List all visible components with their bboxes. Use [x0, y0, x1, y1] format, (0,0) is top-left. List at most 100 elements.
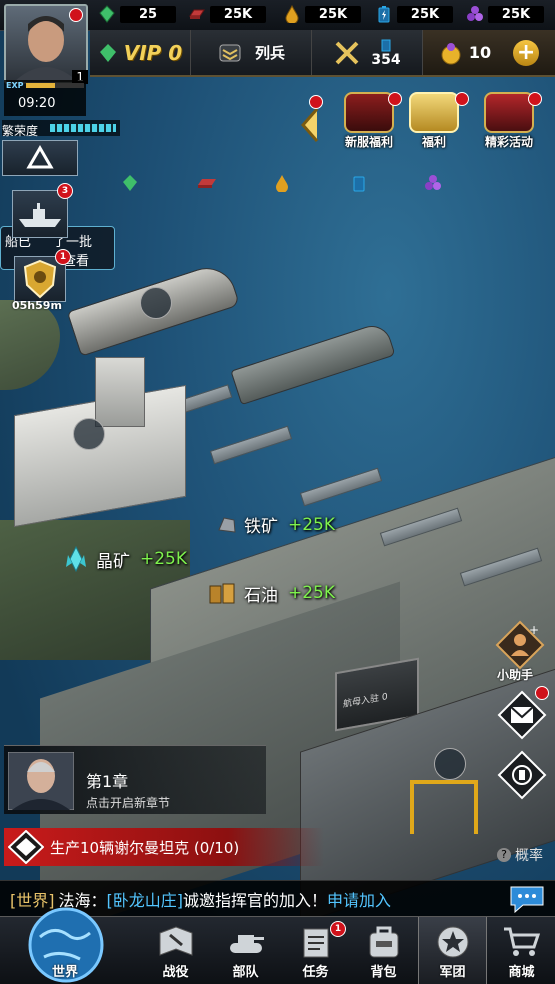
clock-time: 09:20 [18, 96, 56, 111]
intel-button[interactable] [497, 750, 547, 800]
gold-value: 10 [468, 43, 492, 62]
event-welfare[interactable]: 福利 [405, 92, 469, 150]
iron-ore-icon [218, 516, 236, 533]
shield-button[interactable]: 1 [14, 249, 71, 302]
battery-icon[interactable] [350, 174, 368, 192]
notification-dot [535, 686, 549, 700]
probability-label: 概率 [515, 848, 543, 864]
event-activities[interactable]: 精彩活动 [480, 92, 542, 150]
prosperity-bar: 繁荣度 [2, 120, 120, 138]
mail-button[interactable] [497, 686, 549, 740]
map-flag-icon [159, 926, 192, 956]
gems-icon[interactable] [424, 174, 442, 192]
oil-barrel-icon [209, 583, 235, 604]
chat-message: 诚邀指挥官的加入！ [183, 891, 328, 910]
nav-world[interactable]: 世界 [6, 907, 124, 984]
nav-campaign[interactable]: 战役 [142, 917, 209, 984]
oil-drop-icon[interactable] [273, 174, 291, 192]
collapse-button[interactable] [2, 140, 78, 176]
task-text: 生产10辆谢尔曼坦克 (0/10) [50, 839, 240, 857]
yield-amount: +25K [288, 514, 336, 535]
nav-legion[interactable]: 军团 [418, 917, 487, 984]
shopping-cart-icon [503, 927, 540, 956]
notification-dot [388, 92, 402, 106]
prosperity-label: 繁荣度 [2, 124, 39, 138]
question-icon: ? [497, 848, 511, 862]
chapter-panel[interactable]: 第1章 点击开启新章节 [4, 745, 266, 814]
player-avatar[interactable]: 1 [4, 4, 88, 84]
helper-label: 小助手 [497, 668, 534, 682]
nav-label: 部队 [232, 965, 259, 980]
probability-button[interactable]: ? 概率 [497, 845, 543, 865]
event-label: 福利 [421, 135, 446, 149]
nav-label: 世界 [51, 965, 78, 980]
task-diamond-icon [8, 830, 44, 864]
event-new-server[interactable]: 新服福利 [340, 92, 402, 150]
gems-icon [467, 6, 483, 21]
rank-button[interactable]: 列兵 [191, 30, 312, 75]
exp-label: EXP [6, 81, 24, 90]
shield-badge: 1 [55, 249, 71, 265]
activities-medal-icon [484, 92, 534, 133]
tasks-badge: 1 [330, 921, 346, 937]
resource-gems[interactable]: 25K [466, 3, 544, 25]
crystal-ore-icon [66, 545, 86, 573]
oil-drop-icon [285, 5, 299, 23]
resource-value: 25K [488, 5, 544, 23]
yield-crystal[interactable]: 晶矿 +25K [62, 545, 187, 573]
helper-button[interactable]: + 小助手 [495, 620, 545, 682]
tank-icon [229, 935, 264, 953]
header-bar: VIP 0 列兵 354 10 + [90, 30, 555, 77]
warship-icon [19, 203, 61, 227]
general-portrait [8, 752, 74, 810]
crystal-icon[interactable] [121, 174, 139, 192]
gold-coin-icon [441, 42, 461, 64]
nav-label: 商城 [508, 965, 535, 980]
chapter-subtitle: 点击开启新章节 [86, 796, 171, 810]
nav-tasks[interactable]: 任务 1 [282, 917, 349, 984]
nav-backpack[interactable]: 背包 [350, 917, 417, 984]
resource-battery[interactable]: 25K [375, 3, 453, 25]
resource-oil[interactable]: 25K [283, 3, 361, 25]
resource-crystal[interactable]: 25 [98, 3, 176, 25]
collapse-events-button[interactable] [297, 95, 325, 145]
add-gold-icon[interactable]: + [513, 39, 540, 66]
welfare-gift-icon [409, 92, 459, 133]
chevron-left-icon [301, 108, 319, 142]
notification-dot [455, 92, 469, 106]
notification-dot [528, 92, 542, 106]
new-server-gift-icon [344, 92, 394, 133]
chat-bubble-icon[interactable] [509, 885, 545, 913]
resource-value: 25K [305, 5, 361, 23]
backpack-icon [369, 926, 398, 958]
yield-oil[interactable]: 石油 +25K [208, 580, 335, 606]
notification-dot [309, 95, 323, 109]
chat-guild[interactable]: [卧龙山庄] [107, 887, 184, 911]
triangle-up-icon [26, 145, 54, 169]
battery-icon [381, 39, 391, 51]
lock-icon [73, 418, 105, 450]
yield-amount: +25K [288, 583, 336, 603]
rank-label: 列兵 [254, 44, 285, 62]
power-button[interactable]: 354 [312, 30, 423, 75]
task-banner[interactable]: 生产10辆谢尔曼坦克 (0/10) [4, 828, 324, 866]
player-stats: EXP 09:20 [4, 80, 86, 116]
nav-shop[interactable]: 商城 [488, 917, 555, 984]
nav-label: 任务 [302, 965, 329, 980]
vip-button[interactable]: VIP 0 [90, 30, 191, 75]
resource-value: 25K [397, 5, 453, 23]
nav-troops[interactable]: 部队 [212, 917, 279, 984]
crane [410, 780, 478, 834]
bottom-nav: 世界 战役 部队 任务 1 背包 军团 商城 [0, 907, 555, 984]
fleet-button[interactable]: 3 [12, 183, 73, 238]
intel-icon [497, 750, 547, 800]
iron-ingot-icon[interactable] [196, 174, 218, 192]
chat-join-link[interactable]: 申请加入 [327, 887, 391, 911]
resource-iron[interactable]: 25K [188, 3, 266, 25]
yield-iron[interactable]: 铁矿 +25K [216, 512, 335, 537]
gold-button[interactable]: 10 + [423, 30, 555, 75]
aircraft-carrier[interactable] [230, 320, 396, 406]
event-label: 新服福利 [344, 135, 393, 149]
crystal-icon [99, 5, 115, 23]
control-tower [95, 357, 145, 427]
